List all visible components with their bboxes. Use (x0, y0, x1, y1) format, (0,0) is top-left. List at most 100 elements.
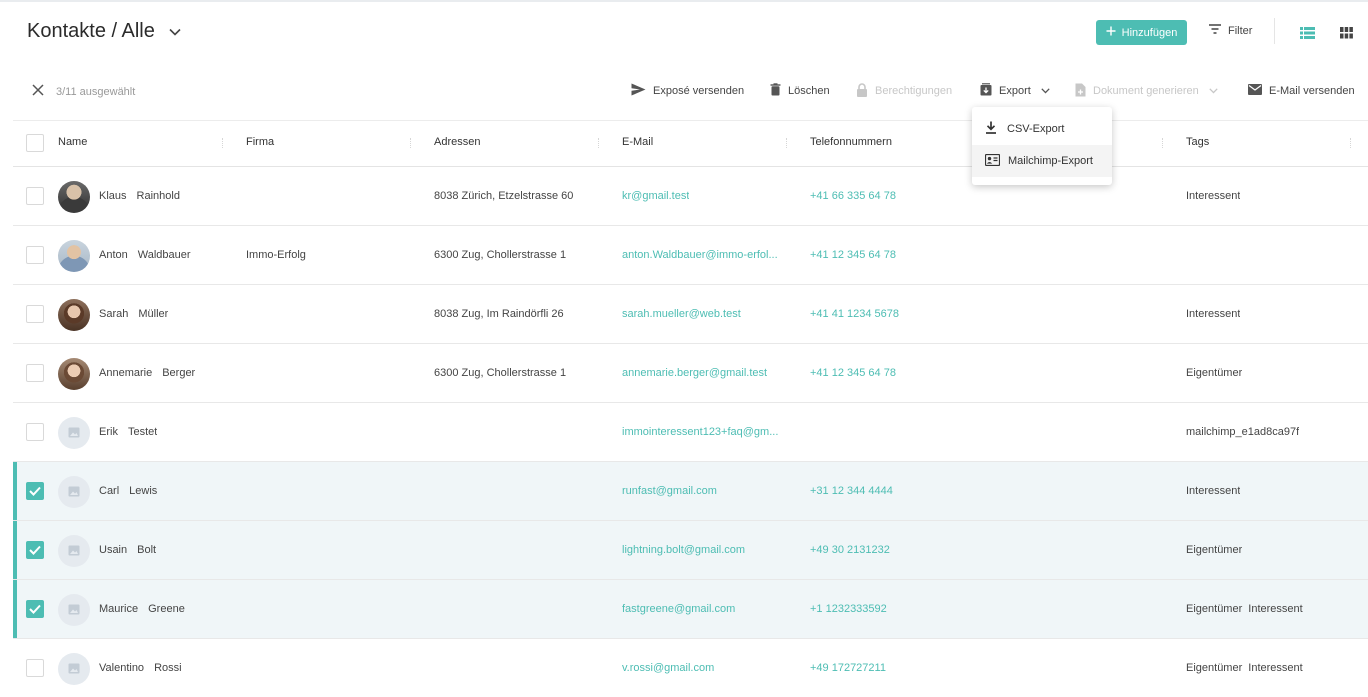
email-link[interactable]: annemarie.berger@gmail.test (622, 367, 767, 379)
email-link[interactable]: lightning.bolt@gmail.com (622, 544, 745, 556)
row-checkbox[interactable] (26, 363, 44, 382)
tags-cell: Interessent (1186, 485, 1240, 497)
trash-icon (770, 83, 781, 99)
phone-link[interactable]: +49 172727211 (810, 662, 886, 674)
contact-name[interactable]: Maurice Greene (99, 603, 185, 615)
column-header-firma[interactable]: Firma (246, 136, 274, 148)
row-checkbox[interactable] (26, 540, 44, 559)
tags-cell: Interessent (1186, 190, 1240, 202)
column-header-name[interactable]: Name (58, 136, 87, 148)
email-link[interactable]: immointeressent123+faq@gm... (622, 426, 778, 438)
phone-link[interactable]: +41 12 345 64 78 (810, 367, 896, 379)
send-email-label: E-Mail versenden (1269, 85, 1355, 97)
page-title[interactable]: Kontakte / Alle (27, 20, 181, 43)
avatar (58, 180, 90, 213)
company-cell: Immo-Erfolg (246, 248, 306, 261)
filter-icon (1208, 24, 1222, 37)
email-link[interactable]: anton.Waldbauer@immo-erfol... (622, 249, 778, 261)
tag-label: Eigentümer (1186, 543, 1243, 556)
tag-label: Interessent (1186, 484, 1241, 497)
contact-name[interactable]: Usain Bolt (99, 544, 156, 556)
contact-name[interactable]: Klaus Rainhold (99, 190, 180, 202)
row-checkbox[interactable] (26, 304, 44, 323)
send-expose-label: Exposé versenden (653, 85, 745, 97)
filter-button[interactable]: Filter (1208, 24, 1252, 37)
contact-name[interactable]: Valentino Rossi (99, 662, 182, 674)
email-link[interactable]: v.rossi@gmail.com (622, 662, 714, 674)
row-checkbox[interactable] (26, 599, 44, 618)
tag-label: Eigentümer (1186, 661, 1243, 674)
contact-name[interactable]: Erik Testet (99, 426, 157, 438)
phone-link[interactable]: +49 30 2131232 (810, 544, 890, 556)
checkmark-icon (29, 545, 41, 555)
add-button[interactable]: Hinzufügen (1096, 20, 1187, 45)
avatar-placeholder-icon (58, 534, 90, 567)
contact-name[interactable]: Sarah Müller (99, 308, 168, 320)
tag-label: mailchimp_e1ad8ca97f (1186, 425, 1300, 438)
page-title-text: Kontakte / Alle (27, 20, 155, 42)
export-button[interactable]: Export (980, 82, 1050, 100)
row-checkbox[interactable] (26, 422, 44, 441)
first-name: Usain (99, 543, 128, 556)
avatar-placeholder-icon (58, 475, 90, 508)
column-resize-handle[interactable] (598, 138, 600, 148)
column-header-adressen[interactable]: Adressen (434, 136, 480, 148)
column-header-telefonnummern[interactable]: Telefonnummern (810, 136, 892, 148)
column-resize-handle[interactable] (222, 138, 224, 148)
email-link[interactable]: sarah.mueller@web.test (622, 308, 741, 320)
tag-label: Eigentümer (1186, 602, 1243, 615)
column-resize-handle[interactable] (410, 138, 412, 148)
checkmark-icon (29, 604, 41, 614)
tag-label: Interessent (1186, 307, 1241, 320)
last-name: Rossi (154, 661, 182, 674)
column-resize-handle[interactable] (786, 138, 788, 148)
phone-link[interactable]: +41 12 345 64 78 (810, 249, 896, 261)
delete-button[interactable]: Löschen (770, 82, 830, 100)
tags-cell: Eigentümer (1186, 544, 1242, 556)
phone-link[interactable]: +31 12 344 4444 (810, 485, 893, 497)
email-link[interactable]: kr@gmail.test (622, 190, 689, 202)
generate-document-button[interactable]: Dokument generieren (1075, 82, 1218, 100)
phone-link[interactable]: +41 41 1234 5678 (810, 308, 899, 320)
csv-export-menu-item[interactable]: CSV-Export (972, 113, 1112, 145)
selection-count: 3/11 ausgewählt (56, 85, 136, 98)
row-checkbox[interactable] (26, 658, 44, 677)
contact-name[interactable]: Anton Waldbauer (99, 249, 191, 261)
chevron-down-icon[interactable] (169, 28, 181, 36)
phone-link[interactable]: +41 66 335 64 78 (810, 190, 896, 202)
column-header-tags[interactable]: Tags (1186, 136, 1209, 148)
row-checkbox[interactable] (26, 481, 44, 500)
export-dropdown-menu: CSV-Export Mailchimp-Export (972, 107, 1112, 185)
chevron-down-icon (1041, 85, 1050, 97)
avatar (58, 239, 90, 272)
first-name: Sarah (99, 307, 129, 320)
first-name: Valentino (99, 661, 145, 674)
row-checkbox[interactable] (26, 245, 44, 264)
email-link[interactable]: runfast@gmail.com (622, 485, 717, 497)
contact-name[interactable]: Annemarie Berger (99, 367, 195, 379)
selected-row-indicator (13, 462, 17, 520)
email-link[interactable]: fastgreene@gmail.com (622, 603, 735, 615)
tags-cell: mailchimp_e1ad8ca97f (1186, 426, 1299, 438)
column-resize-handle[interactable] (1162, 138, 1164, 148)
select-all-checkbox[interactable] (26, 134, 44, 152)
send-expose-button[interactable]: Exposé versenden (631, 82, 744, 100)
contact-name[interactable]: Carl Lewis (99, 485, 157, 497)
column-header-email[interactable]: E-Mail (622, 136, 653, 148)
row-checkbox[interactable] (26, 186, 44, 205)
close-icon[interactable] (32, 84, 44, 99)
download-icon (985, 121, 997, 137)
first-name: Carl (99, 484, 120, 497)
address-cell: 6300 Zug, Chollerstrasse 1 (434, 248, 567, 261)
grid-view-icon[interactable] (1340, 26, 1353, 44)
list-view-icon[interactable] (1300, 26, 1315, 44)
send-email-button[interactable]: E-Mail versenden (1248, 82, 1355, 100)
tag-label: Eigentümer (1186, 366, 1243, 379)
first-name: Annemarie (99, 366, 153, 379)
phone-link[interactable]: +1 1232333592 (810, 603, 887, 615)
table-row[interactable] (13, 167, 1368, 226)
permissions-button[interactable]: Berechtigungen (856, 82, 952, 100)
column-resize-handle[interactable] (1350, 138, 1352, 148)
selected-row-indicator (13, 580, 17, 638)
mailchimp-export-menu-item[interactable]: Mailchimp-Export (972, 145, 1112, 177)
